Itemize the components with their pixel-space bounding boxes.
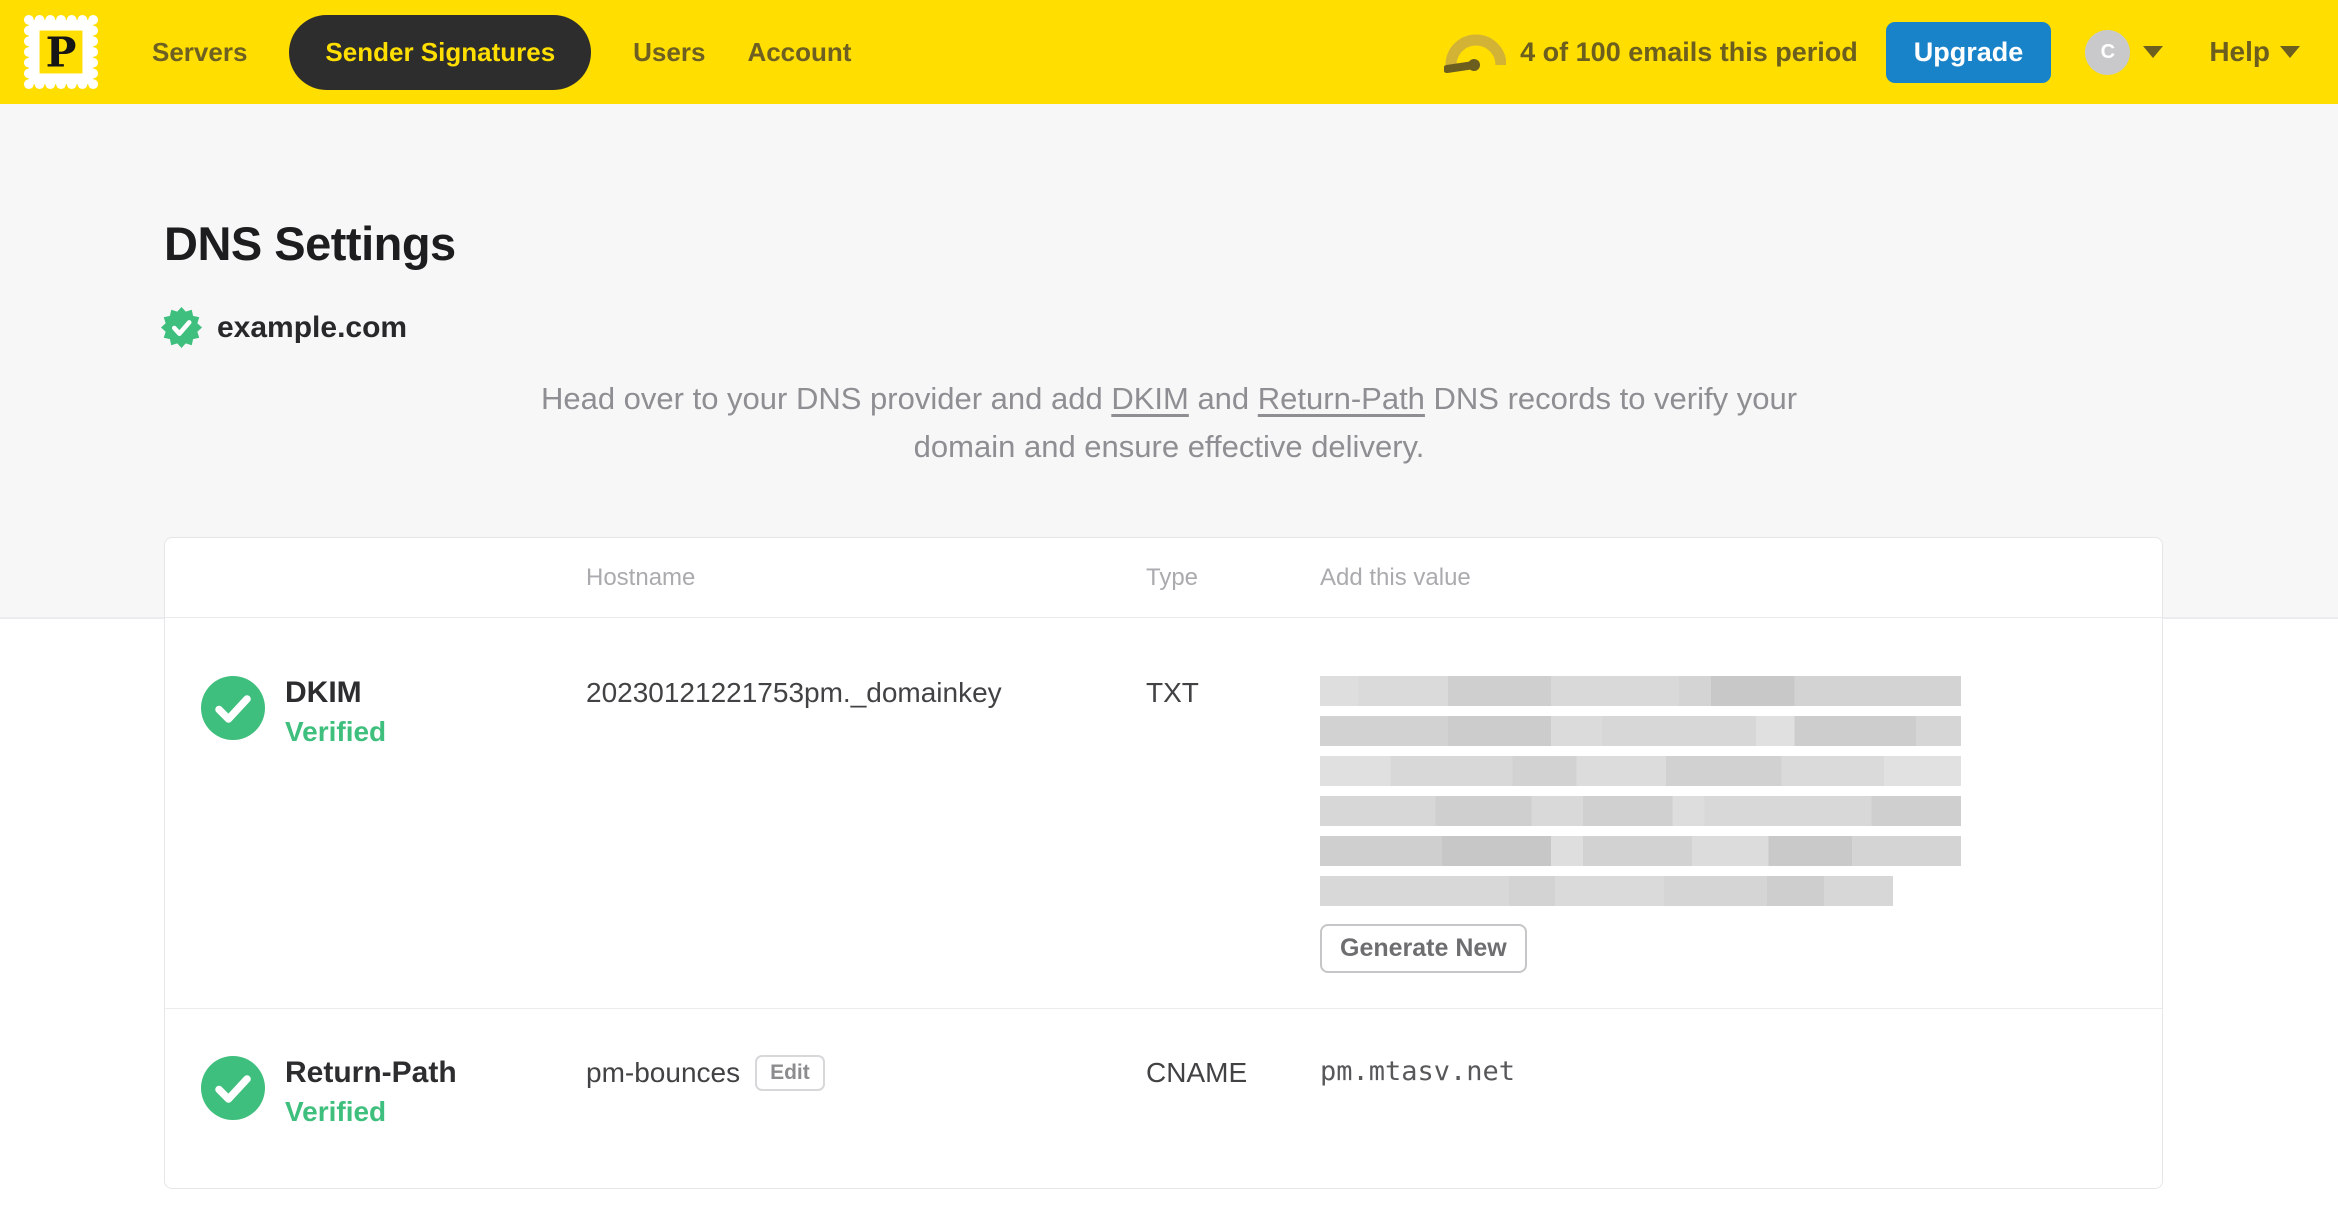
record-name: Return-Path xyxy=(285,1056,457,1089)
nav-item-sender-signatures[interactable]: Sender Signatures xyxy=(289,14,592,90)
primary-nav: Servers Sender Signatures Users Account xyxy=(152,14,851,90)
status-badge: Verified xyxy=(285,1096,387,1127)
help-label: Help xyxy=(2209,36,2270,67)
hostname-text: pm-bounces xyxy=(586,1057,741,1088)
record-cell: DKIM Verified xyxy=(201,676,586,1008)
nav-item-account[interactable]: Account xyxy=(747,37,851,68)
table-row-return-path: Return-Path Verified pm-bounces Edit CNAM… xyxy=(165,1009,2162,1187)
cname-value: pm.mtasv.net xyxy=(1320,1056,1516,1087)
edit-button[interactable]: Edit xyxy=(755,1055,825,1091)
redacted-value-line xyxy=(1320,716,1961,746)
hostname-cell: pm-bounces Edit xyxy=(586,1055,1146,1187)
intro-prefix: Head over to your DNS provider and add xyxy=(540,381,1112,416)
redacted-value-line xyxy=(1320,676,1961,706)
value-cell: Generate New xyxy=(1320,676,2162,1008)
dkim-link[interactable]: DKIM xyxy=(1111,381,1189,416)
value-cell: pm.mtasv.net xyxy=(1320,1056,2162,1187)
record-name: DKIM xyxy=(285,676,362,709)
redacted-value-line xyxy=(1320,876,1893,906)
table-row-dkim: DKIM Verified 20230121221753pm._domainke… xyxy=(165,618,2162,1009)
logo-letter: P xyxy=(46,29,77,77)
usage-counter: 4 of 100 emails this period xyxy=(1520,36,1858,67)
verified-check-icon xyxy=(201,676,265,745)
redacted-value-line xyxy=(1320,796,1961,826)
status-badge: Verified xyxy=(285,716,387,747)
header-hostname: Hostname xyxy=(586,563,696,591)
dns-records-card: Hostname Type Add this value DKIM Verifi… xyxy=(164,537,2163,1189)
record-labels: Return-Path Verified xyxy=(285,1056,457,1128)
hostname-cell: 20230121221753pm._domainkey xyxy=(586,677,1002,708)
table-header-row: Hostname Type Add this value xyxy=(165,538,2162,618)
help-menu[interactable]: Help xyxy=(2209,36,2300,68)
header-type: Type xyxy=(1146,563,1199,591)
navbar-right: 4 of 100 emails this period Upgrade C He… xyxy=(1443,21,2316,83)
type-cell: TXT xyxy=(1146,677,1199,708)
nav-item-users[interactable]: Users xyxy=(633,37,705,68)
redacted-value-line xyxy=(1320,756,1961,786)
postage-stamp-icon: P xyxy=(23,14,99,90)
record-cell: Return-Path Verified xyxy=(201,1056,586,1187)
domain-name: example.com xyxy=(217,310,408,344)
redacted-value-block xyxy=(1320,676,2162,906)
intro-and: and xyxy=(1188,381,1258,416)
page-title: DNS Settings xyxy=(164,217,456,270)
chevron-down-icon xyxy=(2143,46,2164,58)
upgrade-button[interactable]: Upgrade xyxy=(1885,21,2052,83)
generate-new-button[interactable]: Generate New xyxy=(1320,924,1527,973)
type-cell: CNAME xyxy=(1146,1057,1248,1088)
chevron-down-icon xyxy=(2280,46,2300,58)
verified-domain: example.com xyxy=(161,307,2338,348)
intro-text: Head over to your DNS provider and add D… xyxy=(519,375,1819,471)
header-value: Add this value xyxy=(1320,563,1471,591)
top-navbar: P Servers Sender Signatures Users Accoun… xyxy=(0,0,2338,104)
redacted-value-line xyxy=(1320,836,1961,866)
verified-check-icon xyxy=(201,1056,265,1125)
account-menu[interactable]: C xyxy=(2085,29,2164,75)
record-labels: DKIM Verified xyxy=(285,676,386,748)
avatar[interactable]: C xyxy=(2085,29,2131,75)
postmark-logo[interactable]: P xyxy=(22,13,100,91)
nav-item-servers[interactable]: Servers xyxy=(152,37,247,68)
usage-gauge-icon xyxy=(1443,25,1507,80)
verified-badge-icon xyxy=(161,307,202,348)
return-path-link[interactable]: Return-Path xyxy=(1258,381,1425,416)
